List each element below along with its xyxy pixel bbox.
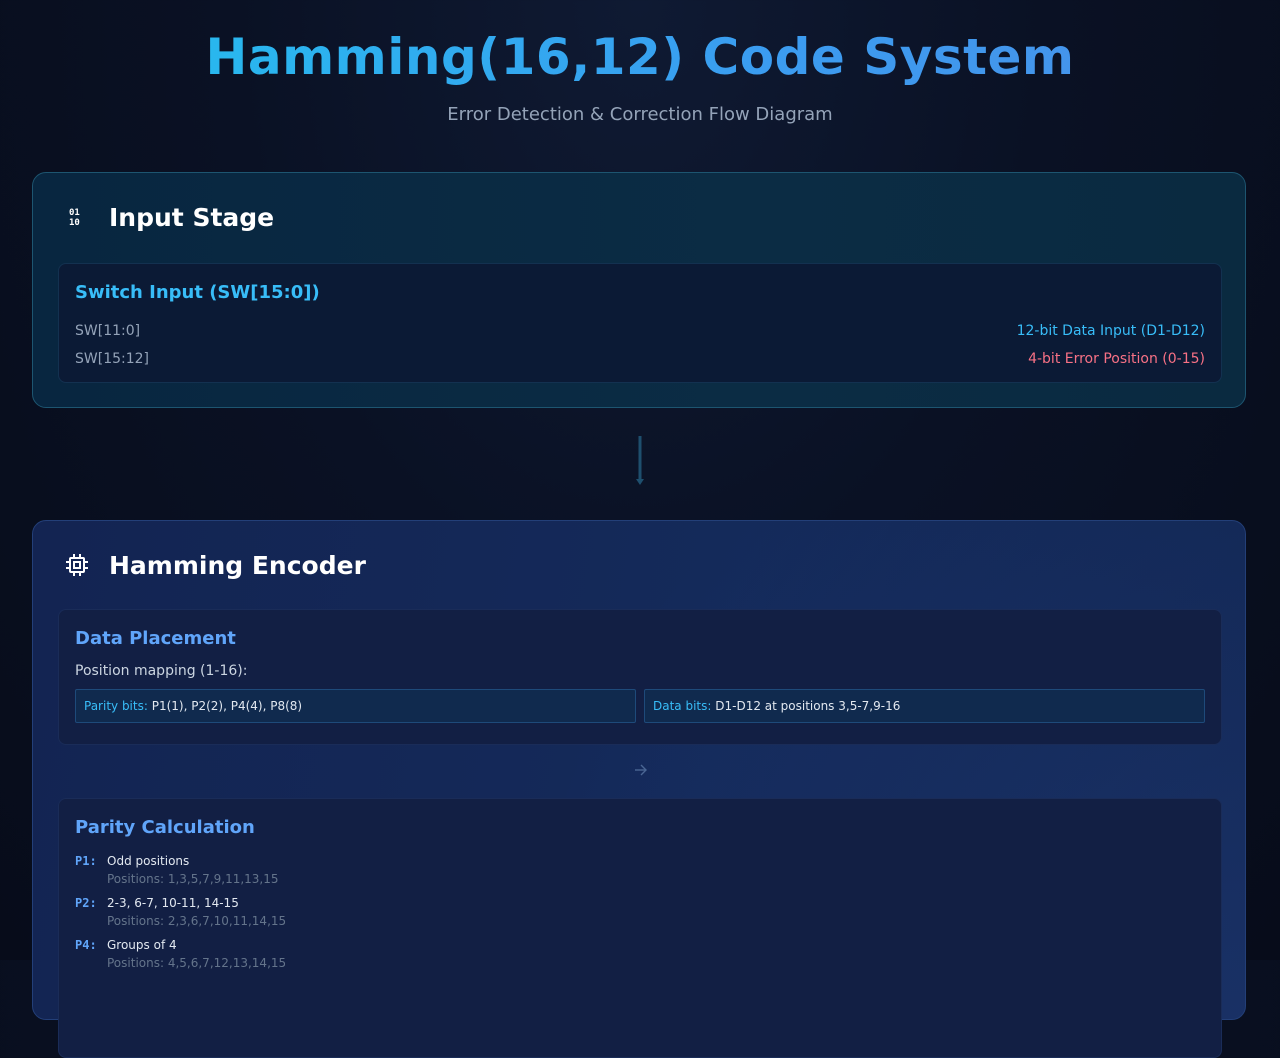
input-stage-title: Input Stage <box>109 202 275 232</box>
parity-bits-box: Parity bits: P1(1), P2(2), P4(4), P8(8) <box>75 689 636 723</box>
arrow-right-icon <box>635 764 647 776</box>
chip-icon <box>65 553 89 577</box>
input-stage-header: 01 10 Input Stage <box>33 173 1245 261</box>
switch-row-data: SW[11:0] 12-bit Data Input (D1-D12) <box>75 317 1205 345</box>
data-bits-box: Data bits: D1-D12 at positions 3,5-7,9-1… <box>644 689 1205 723</box>
data-placement-title: Data Placement <box>75 628 236 649</box>
parity-desc: 2-3, 6-7, 10-11, 14-15 <box>107 896 239 910</box>
parity-key: P4: <box>75 938 97 952</box>
switch-row-error: SW[15:12] 4-bit Error Position (0-15) <box>75 345 1205 373</box>
parity-positions: Positions: 4,5,6,7,12,13,14,15 <box>107 956 287 970</box>
switch-row-key: SW[15:12] <box>75 351 149 367</box>
encoder-stage-header: Hamming Encoder <box>33 521 1245 609</box>
page-header: Hamming(16,12) Code System Error Detecti… <box>0 0 1280 125</box>
switch-row-key: SW[11:0] <box>75 323 141 339</box>
data-placement-card: Data Placement Position mapping (1-16): … <box>58 609 1222 745</box>
parity-positions: Positions: 1,3,5,7,9,11,13,15 <box>107 872 279 886</box>
parity-desc: Groups of 4 <box>107 938 177 952</box>
switch-row-value: 4-bit Error Position (0-15) <box>1028 351 1205 367</box>
parity-bits-label: Parity bits: <box>84 699 148 713</box>
data-bits-label: Data bits: <box>653 699 712 713</box>
svg-text:10: 10 <box>69 218 80 227</box>
position-mapping-label: Position mapping (1-16): <box>75 663 248 679</box>
parity-item: P2: 2-3, 6-7, 10-11, 14-15 Positions: 2,… <box>75 894 1205 930</box>
parity-key: P1: <box>75 854 97 868</box>
parity-item: P1: Odd positions Positions: 1,3,5,7,9,1… <box>75 852 1205 888</box>
encoder-stage-title: Hamming Encoder <box>109 550 366 580</box>
encoder-stage-panel: Hamming Encoder Data Placement Position … <box>32 520 1246 1058</box>
page-subtitle: Error Detection & Correction Flow Diagra… <box>447 104 833 125</box>
input-stage-panel: 01 10 Input Stage Switch Input (SW[15:0]… <box>32 172 1246 408</box>
parity-bits-value: P1(1), P2(2), P4(4), P8(8) <box>151 699 303 713</box>
data-bits-value: D1-D12 at positions 3,5-7,9-16 <box>715 699 901 713</box>
flow-arrow-down-icon <box>636 436 644 485</box>
binary-icon: 01 10 <box>65 205 89 229</box>
mapping-boxes: Parity bits: P1(1), P2(2), P4(4), P8(8) … <box>75 689 1205 723</box>
parity-positions: Positions: 2,3,6,7,10,11,14,15 <box>107 914 287 928</box>
svg-text:01: 01 <box>69 208 80 218</box>
switch-input-title: Switch Input (SW[15:0]) <box>75 282 320 303</box>
page-title: Hamming(16,12) Code System <box>0 26 1280 88</box>
parity-calculation-title: Parity Calculation <box>75 817 255 838</box>
parity-item: P4: Groups of 4 Positions: 4,5,6,7,12,13… <box>75 936 1205 972</box>
switch-row-value: 12-bit Data Input (D1-D12) <box>1016 323 1205 339</box>
parity-key: P2: <box>75 896 97 910</box>
parity-calculation-card: Parity Calculation P1: Odd positions Pos… <box>58 798 1222 1058</box>
switch-input-card: Switch Input (SW[15:0]) SW[11:0] 12-bit … <box>58 263 1222 383</box>
parity-desc: Odd positions <box>107 854 190 868</box>
